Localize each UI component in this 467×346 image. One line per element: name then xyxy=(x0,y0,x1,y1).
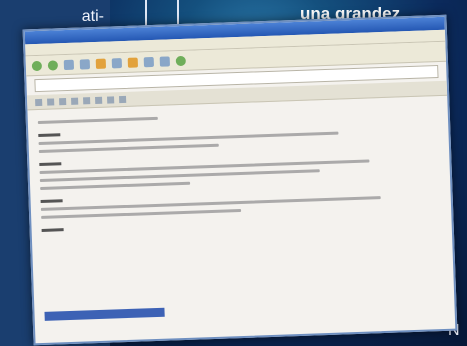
section-label xyxy=(39,162,62,166)
refresh-icon[interactable] xyxy=(79,58,91,70)
text-line xyxy=(37,116,158,125)
text-line xyxy=(40,196,381,211)
toolbar-icon[interactable] xyxy=(35,98,43,106)
home-icon[interactable] xyxy=(95,58,107,69)
messenger-icon[interactable] xyxy=(175,55,186,66)
section-label xyxy=(41,228,64,232)
text-line xyxy=(38,143,219,154)
left-text-line: ati- xyxy=(81,8,104,25)
text-line xyxy=(38,131,339,146)
toolbar-icon[interactable] xyxy=(106,95,115,104)
selected-item[interactable] xyxy=(44,307,165,321)
toolbar-icon[interactable] xyxy=(83,96,91,104)
toolbar-icon[interactable] xyxy=(71,97,79,105)
text-line xyxy=(41,208,242,219)
history-icon[interactable] xyxy=(143,56,154,67)
stop-icon[interactable] xyxy=(63,59,75,70)
forward-icon[interactable] xyxy=(47,59,59,71)
document-content xyxy=(27,96,451,239)
section-label xyxy=(38,133,61,138)
favorites-icon[interactable] xyxy=(127,56,138,68)
toolbar-icon[interactable] xyxy=(94,96,103,104)
embedded-screenshot xyxy=(22,14,458,346)
mail-icon[interactable] xyxy=(159,55,170,67)
toolbar-icon[interactable] xyxy=(118,95,127,103)
text-line xyxy=(40,181,191,190)
toolbar-icon[interactable] xyxy=(59,97,67,105)
toolbar-icon[interactable] xyxy=(47,97,55,106)
text-line xyxy=(39,159,370,174)
search-icon[interactable] xyxy=(111,57,123,68)
back-icon[interactable] xyxy=(31,60,43,71)
section-label xyxy=(40,199,63,203)
